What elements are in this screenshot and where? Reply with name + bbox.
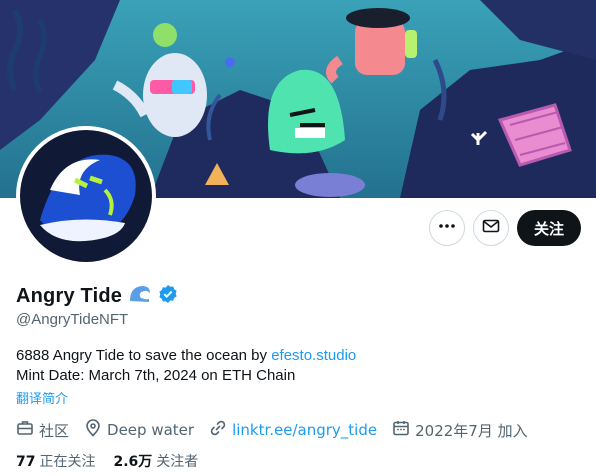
more-icon bbox=[438, 217, 456, 240]
location-pin-icon bbox=[84, 419, 102, 441]
bio-link[interactable]: efesto.studio bbox=[271, 347, 356, 364]
bio-text: 6888 Angry Tide to save the ocean by bbox=[16, 347, 272, 364]
followers-count: 2.6万 bbox=[113, 454, 153, 470]
message-button[interactable] bbox=[472, 210, 509, 246]
following-label: 正在关注 bbox=[39, 454, 96, 470]
category-item: 社区 bbox=[16, 419, 69, 441]
briefcase-icon bbox=[16, 419, 34, 441]
location-label: Deep water bbox=[107, 421, 195, 439]
profile-actions: 关注 bbox=[428, 210, 581, 246]
more-button[interactable] bbox=[428, 210, 465, 246]
profile-meta: 社区 Deep water linktr.ee/angry_tide 2022年… bbox=[16, 419, 528, 441]
website-link[interactable]: linktr.ee/angry_tide bbox=[232, 421, 377, 439]
location-item: Deep water bbox=[84, 419, 194, 441]
following-count: 77 bbox=[16, 454, 36, 470]
mail-icon bbox=[482, 217, 500, 240]
follow-button[interactable]: 关注 bbox=[516, 210, 581, 246]
profile-bio: 6888 Angry Tide to save the ocean by efe… bbox=[16, 346, 356, 386]
display-name: Angry Tide bbox=[16, 285, 123, 307]
verified-badge-icon[interactable] bbox=[158, 284, 178, 309]
display-name-row: Angry Tide bbox=[16, 283, 178, 310]
link-icon bbox=[209, 419, 227, 441]
website-item: linktr.ee/angry_tide bbox=[209, 419, 377, 441]
wave-icon bbox=[128, 283, 152, 310]
joined-item: 2022年7月 加入 bbox=[392, 419, 528, 441]
calendar-icon bbox=[392, 419, 410, 441]
followers-label: 关注者 bbox=[156, 454, 199, 470]
translate-bio-link[interactable]: 翻译简介 bbox=[16, 388, 68, 407]
following-stat[interactable]: 77 正在关注 bbox=[16, 451, 95, 471]
avatar-image bbox=[20, 130, 152, 262]
followers-stat[interactable]: 2.6万 关注者 bbox=[113, 451, 198, 471]
bio-line-2: Mint Date: March 7th, 2024 on ETH Chain bbox=[16, 367, 296, 384]
bio-line-1: 6888 Angry Tide to save the ocean by efe… bbox=[16, 346, 356, 366]
avatar[interactable] bbox=[16, 126, 156, 266]
profile-handle: @AngryTideNFT bbox=[16, 311, 129, 328]
profile-stats: 77 正在关注 2.6万 关注者 bbox=[16, 451, 198, 471]
category-label: 社区 bbox=[39, 421, 70, 440]
joined-label: 2022年7月 加入 bbox=[415, 421, 528, 440]
